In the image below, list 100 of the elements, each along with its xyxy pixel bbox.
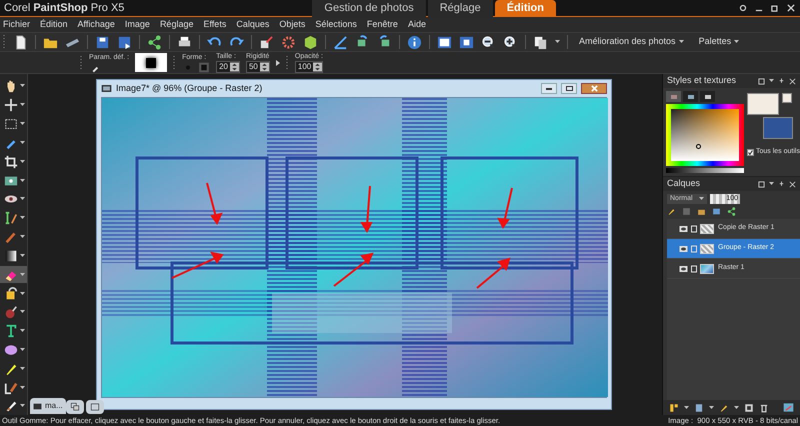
settings-icon[interactable]	[738, 3, 748, 13]
toolbar-menu[interactable]: Amélioration des photos	[575, 35, 688, 49]
stamp-icon[interactable]	[4, 305, 18, 320]
menu-item[interactable]: Fenêtre	[366, 18, 398, 32]
tile-button[interactable]	[86, 400, 104, 414]
menu-item[interactable]: Calques	[236, 18, 270, 32]
caret-icon[interactable]	[20, 235, 25, 240]
caret-icon[interactable]	[20, 140, 25, 145]
selection-icon[interactable]	[4, 117, 18, 132]
visibility-icon[interactable]	[679, 244, 688, 252]
paint-brush-icon[interactable]	[667, 207, 676, 216]
pin-icon[interactable]	[778, 180, 785, 188]
frame-tab[interactable]	[683, 91, 698, 102]
straighten-icon[interactable]	[333, 34, 348, 50]
document-tab[interactable]: ma...	[30, 398, 66, 414]
image-icon[interactable]	[4, 174, 18, 188]
zoom-out-icon[interactable]	[481, 34, 496, 50]
caret-icon[interactable]	[20, 292, 25, 296]
square-shape-icon[interactable]	[198, 62, 210, 72]
workspace-tab[interactable]: Gestion de photos	[312, 0, 426, 16]
brush-preview[interactable]	[135, 53, 168, 72]
menu-item[interactable]: Affichage	[78, 18, 115, 32]
fit-window-icon[interactable]	[459, 34, 474, 50]
gear-icon[interactable]	[281, 34, 296, 50]
number-field[interactable]: 20	[216, 61, 240, 73]
caret-icon[interactable]	[684, 406, 689, 410]
info-icon[interactable]	[407, 34, 422, 50]
workspace-tab[interactable]: Réglage	[428, 0, 493, 16]
caret-icon[interactable]	[20, 84, 25, 88]
retouch-icon[interactable]	[4, 399, 18, 414]
expand-icon[interactable]	[276, 60, 280, 66]
layer-page-icon[interactable]	[694, 402, 704, 412]
frame-tab[interactable]	[700, 91, 715, 102]
layer-folder-icon[interactable]	[697, 207, 706, 216]
cascade-button[interactable]	[66, 400, 84, 414]
move-icon[interactable]	[4, 98, 18, 112]
save-as-icon[interactable]	[117, 34, 132, 50]
color-picker[interactable]	[666, 104, 744, 166]
pin-icon[interactable]	[778, 78, 785, 84]
share-icon[interactable]	[147, 34, 162, 50]
resize-icon[interactable]	[259, 34, 274, 50]
spinner-icon[interactable]	[313, 62, 322, 72]
caret-icon[interactable]	[20, 254, 25, 258]
documents-icon[interactable]	[533, 34, 548, 50]
preview-icon[interactable]	[783, 402, 794, 413]
brush-icon[interactable]	[719, 402, 729, 412]
lock-icon[interactable]	[690, 224, 698, 232]
window-icon[interactable]	[90, 402, 100, 412]
merge-icon[interactable]	[744, 402, 754, 412]
ellipse-icon[interactable]	[4, 343, 18, 357]
caret-icon[interactable]	[699, 197, 704, 201]
dock-icon[interactable]	[758, 180, 765, 188]
caret-icon[interactable]	[20, 122, 25, 126]
caret-icon[interactable]	[20, 329, 25, 334]
minimize-button[interactable]	[541, 83, 557, 94]
lock-icon[interactable]	[690, 264, 698, 272]
menu-item[interactable]: Sélections	[315, 18, 357, 32]
printer-icon[interactable]	[177, 34, 192, 50]
close-button[interactable]	[581, 83, 607, 94]
caret-icon[interactable]	[20, 404, 25, 408]
caret-icon[interactable]	[20, 160, 25, 164]
foreground-color-swatch[interactable]	[747, 93, 779, 115]
caret-icon[interactable]	[769, 79, 774, 83]
cube-icon[interactable]	[303, 34, 318, 50]
maximize-button[interactable]	[561, 83, 577, 94]
bucket-icon[interactable]	[4, 286, 18, 301]
brush-icon[interactable]	[4, 230, 18, 244]
visibility-icon[interactable]	[679, 224, 688, 232]
caret-icon[interactable]	[734, 40, 740, 44]
caret-icon[interactable]	[20, 178, 25, 183]
close-icon[interactable]	[789, 78, 796, 84]
caret-icon[interactable]	[20, 386, 25, 390]
menu-item[interactable]: Édition	[40, 18, 68, 32]
save-icon[interactable]	[95, 34, 110, 50]
caret-icon[interactable]	[20, 310, 25, 314]
restore-icon[interactable]	[770, 3, 780, 13]
caret-icon[interactable]	[734, 406, 739, 410]
zoom-in-icon[interactable]	[503, 34, 518, 50]
text-tool-icon[interactable]	[4, 324, 18, 338]
menu-item[interactable]: Effets	[203, 18, 226, 32]
trash-icon[interactable]	[759, 402, 769, 412]
menu-item[interactable]: Aide	[408, 18, 426, 32]
actual-size-icon[interactable]	[437, 34, 452, 50]
caret-icon[interactable]	[20, 272, 25, 277]
close-icon[interactable]	[789, 180, 796, 188]
spinner-icon[interactable]	[230, 62, 239, 72]
number-field[interactable]: 100	[294, 61, 324, 73]
caret-icon[interactable]	[20, 197, 25, 202]
number-field[interactable]: 50	[246, 61, 270, 73]
pattern-swatch-icon[interactable]	[702, 92, 712, 100]
background-color-swatch[interactable]	[782, 93, 792, 103]
caret-icon[interactable]	[20, 366, 25, 371]
menu-item[interactable]: Objets	[279, 18, 306, 32]
gradient-swatch-icon[interactable]	[686, 92, 696, 100]
visibility-icon[interactable]	[679, 264, 688, 272]
toolbar-menu[interactable]: Palettes	[694, 35, 744, 49]
stroke-color-swatch[interactable]	[763, 117, 793, 139]
menu-item[interactable]: Réglage	[160, 18, 194, 32]
caret-icon[interactable]	[709, 406, 714, 410]
new-layer-icon[interactable]	[669, 402, 679, 412]
